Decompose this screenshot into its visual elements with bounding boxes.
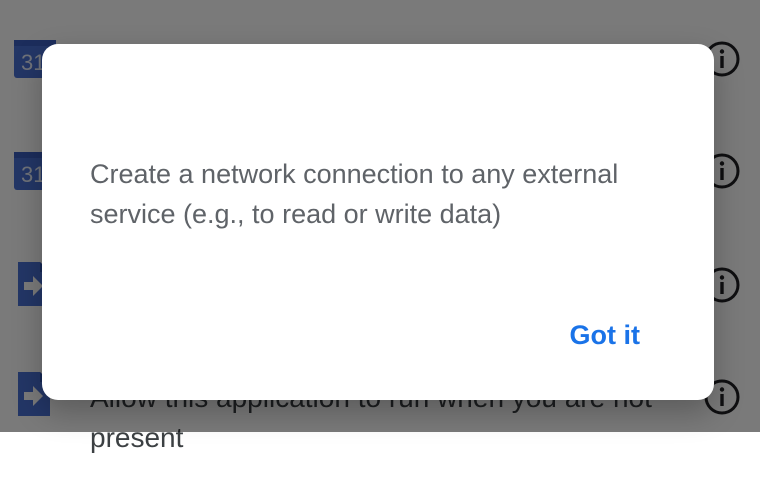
got-it-button[interactable]: Got it bbox=[560, 314, 650, 357]
permission-info-dialog: Create a network connection to any exter… bbox=[42, 44, 714, 400]
dialog-message: Create a network connection to any exter… bbox=[90, 159, 619, 229]
